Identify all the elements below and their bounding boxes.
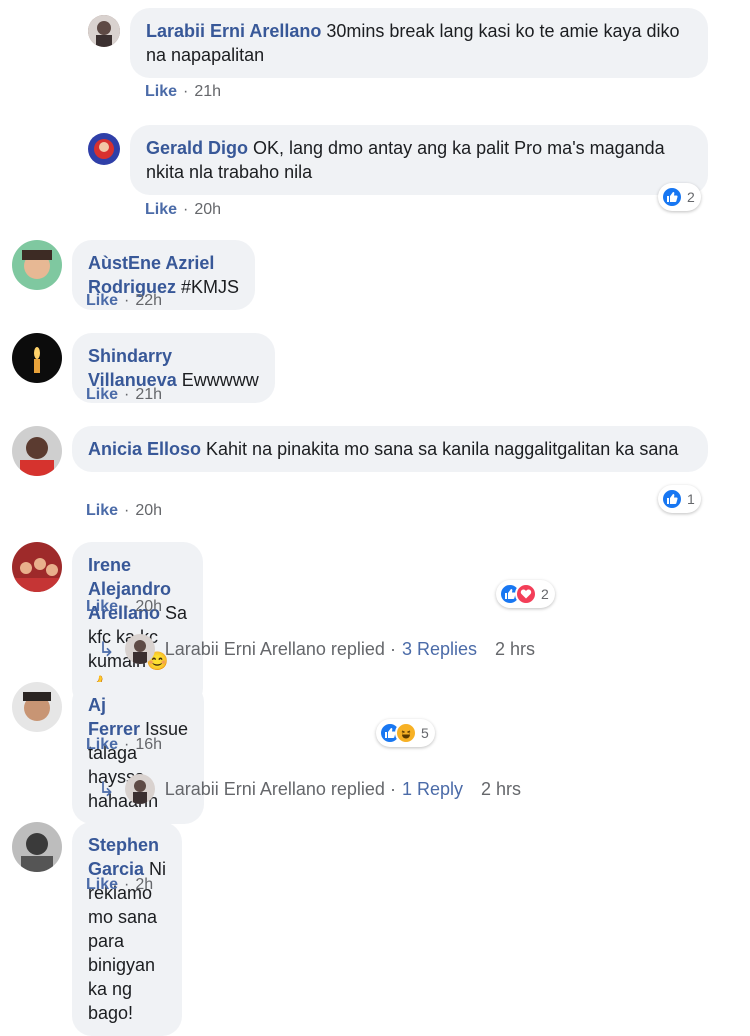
comment-meta: Like · 20h [145,201,222,218]
reaction-count: 1 [687,491,695,507]
reactions-summary[interactable]: 1 [658,485,701,513]
reaction-count: 2 [541,586,549,602]
comment-bubble: Stephen Garcia Ni reklamo mo sana para bi… [72,822,183,1036]
comment-text: #KMJS [181,277,240,297]
reaction-count: 2 [687,189,695,205]
haha-reaction-icon [395,722,417,744]
comment-meta: Like · 2h [86,876,154,893]
comment-text: Ewwwww [181,370,259,390]
avatar[interactable] [12,426,62,476]
reply-arrow-icon: ↳ [98,638,115,661]
avatar[interactable] [88,15,120,47]
timestamp[interactable]: 16h [135,736,162,753]
timestamp[interactable]: 20h [135,502,162,519]
reply-action: replied [330,638,385,659]
avatar[interactable] [12,542,62,592]
reactions-summary[interactable]: 2 [496,580,555,608]
like-button[interactable]: Like [145,201,177,218]
commenter-name[interactable]: Gerald Digo [146,138,248,158]
like-reaction-icon [661,488,683,510]
timestamp[interactable]: 2h [135,876,153,893]
timestamp[interactable]: 21h [135,386,162,403]
replier-name: Larabii Erni Arellano [164,778,326,799]
reply-action: replied [330,778,385,799]
timestamp[interactable]: 21h [194,83,221,100]
like-button[interactable]: Like [145,83,177,100]
separator: · [389,638,396,659]
reply-arrow-icon: ↳ [98,778,115,801]
like-button[interactable]: Like [86,386,118,403]
comment-text: Kahit na pinakita mo sana sa kanila nagg… [206,439,679,459]
reactions-summary[interactable]: 2 [658,183,701,211]
commenter-name[interactable]: Larabii Erni Arellano [146,21,321,41]
comment-meta: Like · 20h [86,598,163,615]
love-reaction-icon [515,583,537,605]
avatar[interactable] [12,682,62,732]
reactions-summary[interactable]: 5 [376,719,435,747]
comment-bubble: Larabii Erni Arellano 30mins break lang k… [130,8,708,78]
avatar [124,774,155,804]
comment-bubble: Anicia Elloso Kahit na pinakita mo sana s… [72,426,708,472]
view-replies-link[interactable]: ↳ Larabii Erni Arellano replied · 3 Repl… [98,634,535,664]
like-button[interactable]: Like [86,292,118,309]
replier-name: Larabii Erni Arellano [164,638,326,659]
like-button[interactable]: Like [86,502,118,519]
avatar[interactable] [12,822,62,872]
reply-count[interactable]: 1 Reply [402,779,463,800]
reaction-count: 5 [421,725,429,741]
timestamp[interactable]: 22h [135,292,162,309]
comment-meta: Like · 20h [86,502,163,519]
like-reaction-icon [661,186,683,208]
comment-meta: Like · 22h [86,292,163,309]
separator: · [389,778,396,799]
like-button[interactable]: Like [86,598,118,615]
comment-meta: Like · 16h [86,736,163,753]
avatar[interactable] [12,333,62,383]
avatar [124,634,155,664]
like-button[interactable]: Like [86,736,118,753]
comment-bubble: Gerald Digo OK, lang dmo antay ang ka pal… [130,125,708,195]
avatar[interactable] [12,240,62,290]
comment-meta: Like · 21h [86,386,163,403]
commenter-name[interactable]: Shindarry Villanueva [88,346,177,390]
timestamp[interactable]: 20h [194,201,221,218]
reply-count[interactable]: 3 Replies [402,639,477,660]
commenter-name[interactable]: Anicia Elloso [88,439,201,459]
view-replies-link[interactable]: ↳ Larabii Erni Arellano replied · 1 Repl… [98,774,521,804]
like-button[interactable]: Like [86,876,118,893]
avatar[interactable] [88,133,120,165]
timestamp: 2 hrs [495,638,536,659]
commenter-name[interactable]: Aj Ferrer [88,695,140,739]
timestamp[interactable]: 20h [135,598,162,615]
comment-meta: Like · 21h [145,83,222,100]
timestamp: 2 hrs [480,778,522,799]
